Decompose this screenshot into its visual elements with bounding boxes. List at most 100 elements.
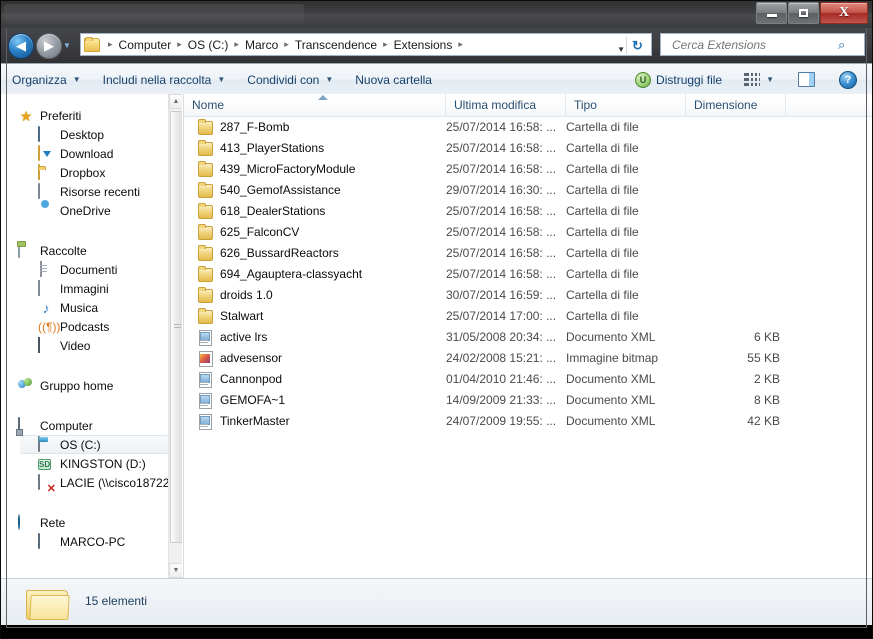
- navigation-pane-scrollbar[interactable]: ▲ ▼: [168, 94, 182, 578]
- file-name-cell[interactable]: droids 1.0: [184, 286, 446, 303]
- sidebar-item-rete[interactable]: Rete: [0, 513, 168, 532]
- scrollbar-thumb[interactable]: [170, 111, 182, 543]
- file-name-label: GEMOFA~1: [220, 392, 286, 407]
- sidebar-item-immagini[interactable]: Immagini: [0, 279, 168, 298]
- breadcrumb-item-marco[interactable]: Marco: [243, 38, 280, 52]
- sidebar-item-os-c[interactable]: OS (C:): [20, 435, 168, 454]
- sidebar-item-label: Podcasts: [60, 319, 110, 334]
- table-row[interactable]: droids 1.0 30/07/2014 16:59: ... Cartella …: [184, 284, 873, 305]
- table-row[interactable]: 439_MicroFactoryModule 25/07/2014 16:58: …: [184, 158, 873, 179]
- table-row[interactable]: 626_BussardReactors 25/07/2014 16:58: ...…: [184, 242, 873, 263]
- change-view-button[interactable]: ▼: [734, 68, 784, 91]
- breadcrumb-item-transcendence[interactable]: Transcendence: [293, 38, 379, 52]
- file-name-cell[interactable]: 540_GemofAssistance: [184, 181, 446, 198]
- table-row[interactable]: TinkerMaster 24/07/2009 19:55: ... Documen…: [184, 410, 873, 431]
- sidebar-item-documenti[interactable]: Documenti: [0, 260, 168, 279]
- table-row[interactable]: 694_Agauptera-classyacht 25/07/2014 16:58…: [184, 263, 873, 284]
- column-header-dimensione[interactable]: Dimensione: [686, 94, 786, 116]
- xml-document-icon: [197, 392, 213, 409]
- sidebar-item-musica[interactable]: ♪ Musica: [0, 298, 168, 317]
- maximize-button[interactable]: [788, 2, 819, 24]
- sidebar-item-gruppo-home[interactable]: Gruppo home: [0, 376, 168, 395]
- file-rows: 287_F-Bomb 25/07/2014 16:58: ... Cartella …: [184, 116, 873, 431]
- preview-pane-button[interactable]: [788, 67, 825, 92]
- scroll-down-button[interactable]: ▼: [169, 563, 182, 578]
- nav-group-raccolte: Raccolte Documenti Immagini ♪ Musica ((¶…: [0, 241, 168, 355]
- recent-places-icon: [38, 182, 40, 199]
- back-button[interactable]: ◀: [8, 33, 34, 59]
- sidebar-item-label: MARCO-PC: [60, 534, 126, 549]
- sidebar-item-video[interactable]: Video: [0, 336, 168, 355]
- table-row[interactable]: advesensor 24/02/2008 15:21: ... Immagine …: [184, 347, 873, 368]
- breadcrumb-separator: ▸: [383, 39, 388, 49]
- sidebar-item-podcasts[interactable]: ((¶)) Podcasts: [0, 317, 168, 336]
- distruggi-file-button[interactable]: U Distruggi file: [627, 68, 730, 92]
- sidebar-item-raccolte[interactable]: Raccolte: [0, 241, 168, 260]
- file-name-cell[interactable]: 439_MicroFactoryModule: [184, 160, 446, 177]
- file-name-cell[interactable]: 413_PlayerStations: [184, 139, 446, 156]
- file-name-cell[interactable]: TinkerMaster: [184, 413, 446, 430]
- forward-button[interactable]: ▶: [36, 33, 62, 59]
- breadcrumb-item-os-c[interactable]: OS (C:): [186, 38, 231, 52]
- help-button[interactable]: ?: [829, 66, 867, 94]
- table-row[interactable]: 413_PlayerStations 25/07/2014 16:58: ... C…: [184, 137, 873, 158]
- file-name-cell[interactable]: 694_Agauptera-classyacht: [184, 265, 446, 282]
- file-name-cell[interactable]: 625_FalconCV: [184, 223, 446, 240]
- sidebar-item-dropbox[interactable]: Dropbox: [0, 163, 168, 182]
- file-name-cell[interactable]: 287_F-Bomb: [184, 118, 446, 135]
- sidebar-item-risorse-recenti[interactable]: Risorse recenti: [0, 182, 168, 201]
- sidebar-item-lacie[interactable]: LACIE (\\cisco18722): [0, 473, 173, 492]
- file-name-cell[interactable]: 626_BussardReactors: [184, 244, 446, 261]
- table-row[interactable]: active lrs 31/05/2008 20:34: ... Documento…: [184, 326, 873, 347]
- file-date-cell: 24/02/2008 15:21: ...: [446, 350, 557, 365]
- column-header-label: Nome: [192, 98, 225, 112]
- organizza-button[interactable]: Organizza ▼: [2, 68, 91, 92]
- close-button[interactable]: X: [820, 2, 868, 24]
- file-name-label: Stalwart: [220, 308, 264, 323]
- table-row[interactable]: Cannonpod 01/04/2010 21:46: ... Documento …: [184, 368, 873, 389]
- file-date-cell: 25/07/2014 16:58: ...: [446, 266, 557, 281]
- column-header-ultima-modifica[interactable]: Ultima modifica: [446, 94, 566, 116]
- breadcrumb-item-extensions[interactable]: Extensions: [392, 38, 455, 52]
- scroll-up-button[interactable]: ▲: [169, 94, 182, 109]
- column-header-blank[interactable]: [786, 94, 873, 116]
- folder-icon: [197, 160, 213, 177]
- breadcrumb[interactable]: ▸ Computer ▸ OS (C:) ▸ Marco ▸ Transcend…: [80, 33, 652, 56]
- search-box[interactable]: ⌕: [660, 33, 865, 56]
- table-row[interactable]: Stalwart 25/07/2014 17:00: ... Cartella di…: [184, 305, 873, 326]
- file-name-cell[interactable]: 618_DealerStations: [184, 202, 446, 219]
- search-input[interactable]: [670, 36, 838, 53]
- sidebar-item-preferiti[interactable]: ★ Preferiti: [0, 106, 168, 125]
- sidebar-item-kingston-d[interactable]: SD KINGSTON (D:): [0, 454, 168, 473]
- breadcrumb-item-computer[interactable]: Computer: [117, 38, 174, 52]
- file-name-cell[interactable]: GEMOFA~1: [184, 392, 446, 409]
- column-header-tipo[interactable]: Tipo: [566, 94, 686, 116]
- file-name-label: 439_MicroFactoryModule: [220, 161, 356, 176]
- column-header-nome[interactable]: Nome: [184, 94, 446, 116]
- breadcrumb-separator: ▸: [177, 39, 182, 49]
- sidebar-item-onedrive[interactable]: OneDrive: [0, 201, 168, 220]
- chevron-down-icon[interactable]: ▼: [617, 45, 625, 54]
- file-name-cell[interactable]: advesensor: [184, 350, 446, 367]
- refresh-button[interactable]: ↻: [626, 37, 648, 54]
- sidebar-item-desktop[interactable]: Desktop: [0, 125, 168, 144]
- table-row[interactable]: GEMOFA~1 14/09/2009 21:33: ... Documento X…: [184, 389, 873, 410]
- condividi-con-button[interactable]: Condividi con ▼: [237, 68, 343, 92]
- file-name-cell[interactable]: active lrs: [184, 329, 446, 346]
- table-row[interactable]: 618_DealerStations 25/07/2014 16:58: ... C…: [184, 200, 873, 221]
- sidebar-item-download[interactable]: Download: [0, 144, 168, 163]
- table-row[interactable]: 625_FalconCV 25/07/2014 16:58: ... Cartell…: [184, 221, 873, 242]
- file-date-cell: 25/07/2014 16:58: ...: [446, 245, 557, 260]
- file-name-cell[interactable]: Stalwart: [184, 307, 446, 324]
- document-icon: [40, 260, 42, 277]
- history-dropdown-icon[interactable]: ▼: [63, 41, 71, 50]
- table-row[interactable]: 540_GemofAssistance 29/07/2014 16:30: ...…: [184, 179, 873, 200]
- sidebar-item-computer[interactable]: Computer: [0, 416, 168, 435]
- table-row[interactable]: 287_F-Bomb 25/07/2014 16:58: ... Cartella …: [184, 116, 873, 137]
- minimize-button[interactable]: [756, 2, 787, 24]
- sidebar-item-marco-pc[interactable]: MARCO-PC: [0, 532, 168, 551]
- nuova-cartella-button[interactable]: Nuova cartella: [345, 68, 442, 92]
- search-icon[interactable]: ⌕: [838, 37, 845, 53]
- includi-nella-raccolta-button[interactable]: Includi nella raccolta ▼: [93, 68, 236, 92]
- file-name-cell[interactable]: Cannonpod: [184, 371, 446, 388]
